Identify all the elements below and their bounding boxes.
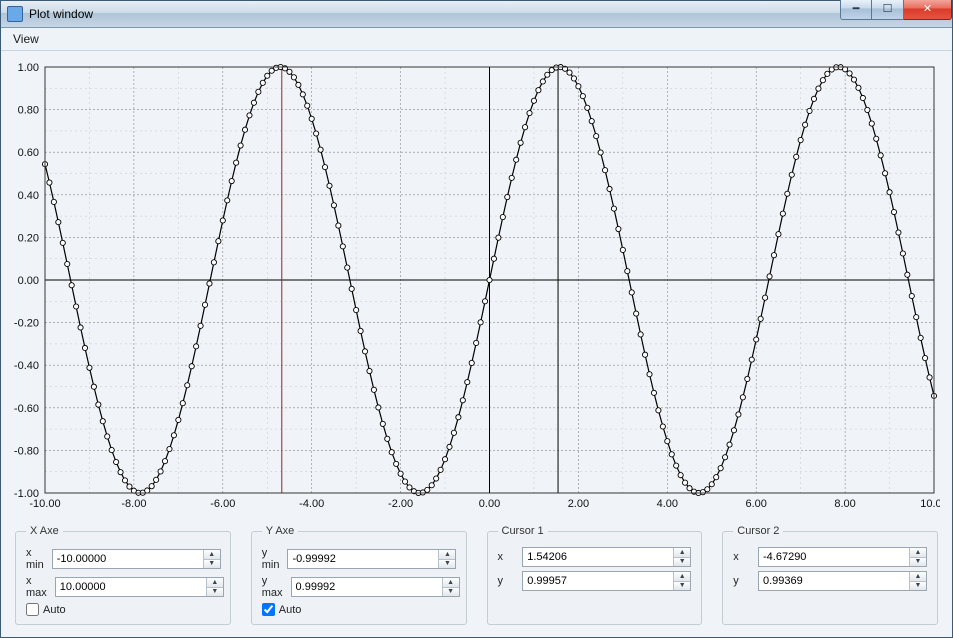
yaxe-auto-label: Auto [279,604,302,616]
c1-y-spinner[interactable]: ▲▼ [522,571,691,591]
svg-text:4.00: 4.00 [657,498,678,510]
panel-cursor-2-legend: Cursor 2 [733,525,783,537]
svg-text:0.00: 0.00 [18,275,39,287]
c2-x-spinner[interactable]: ▲▼ [758,547,927,567]
xmin-label: x min [26,547,44,571]
xmax-spinner[interactable]: ▲▼ [55,577,224,597]
ymax-step-down[interactable]: ▼ [443,587,459,597]
xmax-input[interactable] [56,578,206,596]
c2-x-input[interactable] [759,548,909,566]
xmin-input[interactable] [53,550,203,568]
svg-text:0.80: 0.80 [18,105,39,117]
plot-area[interactable]: -10.00-8.00-6.00-4.00-2.000.002.004.006.… [13,61,940,513]
yaxe-auto-checkbox[interactable] [262,603,275,616]
panel-cursor-1: Cursor 1 x ▲▼ y ▲▼ [487,525,703,625]
xaxe-auto[interactable]: Auto [26,603,220,616]
ymax-input[interactable] [292,578,442,596]
c1-x-input[interactable] [523,548,673,566]
c1-y-step-up[interactable]: ▲ [674,572,690,581]
svg-text:-0.40: -0.40 [14,360,39,372]
svg-text:-2.00: -2.00 [388,498,413,510]
close-icon: ✕ [923,4,932,15]
yaxe-auto[interactable]: Auto [262,603,456,616]
ymin-spinner[interactable]: ▲▼ [287,549,456,569]
minimize-icon: ━ [853,4,860,15]
control-panels: X Axe x min ▲▼ x max ▲▼ [13,525,940,625]
menu-view[interactable]: View [5,30,47,48]
ymax-step-up[interactable]: ▲ [443,578,459,587]
panel-x-axe: X Axe x min ▲▼ x max ▲▼ [15,525,231,625]
c2-x-step-down[interactable]: ▼ [910,557,926,567]
c2-y-step-down[interactable]: ▼ [910,581,926,591]
c2-y-spinner[interactable]: ▲▼ [758,571,927,591]
c2-y-step-up[interactable]: ▲ [910,572,926,581]
svg-text:0.20: 0.20 [18,232,39,244]
svg-text:10.00: 10.00 [920,498,940,510]
minimize-button[interactable]: ━ [840,0,872,20]
svg-text:1.00: 1.00 [18,62,39,74]
xmin-step-up[interactable]: ▲ [204,550,220,559]
svg-text:-1.00: -1.00 [14,488,39,500]
plot-canvas[interactable]: -10.00-8.00-6.00-4.00-2.000.002.004.006.… [13,61,940,513]
svg-text:-0.20: -0.20 [14,318,39,330]
c1-x-spinner[interactable]: ▲▼ [522,547,691,567]
svg-text:6.00: 6.00 [745,498,766,510]
client-area: -10.00-8.00-6.00-4.00-2.000.002.004.006.… [1,51,952,637]
xmin-step-down[interactable]: ▼ [204,559,220,569]
svg-text:-8.00: -8.00 [121,498,146,510]
c2-y-input[interactable] [759,572,909,590]
c2-y-label: y [733,575,750,587]
svg-text:0.60: 0.60 [18,147,39,159]
panel-x-axe-legend: X Axe [26,525,63,537]
app-icon [7,6,23,22]
panel-y-axe: Y Axe y min ▲▼ y max ▲▼ [251,525,467,625]
svg-text:0.40: 0.40 [18,190,39,202]
c1-x-step-up[interactable]: ▲ [674,548,690,557]
ymin-step-up[interactable]: ▲ [439,550,455,559]
window-frame: Plot window ━ ☐ ✕ View -10.00-8.00-6.00-… [0,0,953,638]
panel-cursor-1-legend: Cursor 1 [498,525,548,537]
ymin-input[interactable] [288,550,438,568]
svg-text:-4.00: -4.00 [299,498,324,510]
maximize-icon: ☐ [883,4,893,15]
c2-x-label: x [733,551,750,563]
xmax-label: x max [26,575,47,599]
panel-y-axe-legend: Y Axe [262,525,299,537]
xmax-step-down[interactable]: ▼ [207,587,223,597]
ymax-spinner[interactable]: ▲▼ [291,577,460,597]
svg-text:-6.00: -6.00 [210,498,235,510]
titlebar[interactable]: Plot window ━ ☐ ✕ [1,1,952,28]
c1-y-input[interactable] [523,572,673,590]
close-button[interactable]: ✕ [904,0,952,20]
svg-text:0.00: 0.00 [479,498,500,510]
xaxe-auto-checkbox[interactable] [26,603,39,616]
caption-buttons: ━ ☐ ✕ [840,0,952,20]
maximize-button[interactable]: ☐ [872,0,904,20]
c1-x-label: x [498,551,515,563]
svg-text:-0.60: -0.60 [14,403,39,415]
ymin-label: y min [262,547,280,571]
ymax-label: y max [262,575,283,599]
menubar: View [1,28,952,51]
c1-y-step-down[interactable]: ▼ [674,581,690,591]
window-title: Plot window [29,7,93,21]
c1-x-step-down[interactable]: ▼ [674,557,690,567]
xaxe-auto-label: Auto [43,604,66,616]
c2-x-step-up[interactable]: ▲ [910,548,926,557]
svg-text:2.00: 2.00 [568,498,589,510]
svg-text:8.00: 8.00 [834,498,855,510]
xmin-spinner[interactable]: ▲▼ [52,549,221,569]
c1-y-label: y [498,575,515,587]
ymin-step-down[interactable]: ▼ [439,559,455,569]
svg-text:-0.80: -0.80 [14,445,39,457]
panel-cursor-2: Cursor 2 x ▲▼ y ▲▼ [722,525,938,625]
xmax-step-up[interactable]: ▲ [207,578,223,587]
